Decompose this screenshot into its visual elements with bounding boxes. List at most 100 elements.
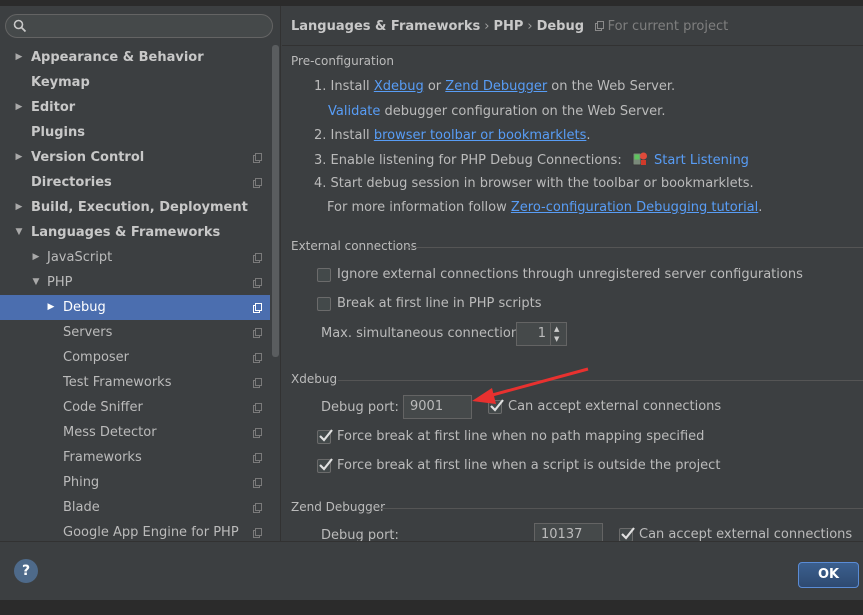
sidebar-item-label: Code Sniffer [63,400,143,415]
expanded-arrow-icon[interactable]: ▼ [30,270,42,295]
xdebug-accept-checkbox[interactable] [488,399,504,414]
checkmark-icon [319,458,333,471]
sidebar-item-debug[interactable]: ▶ Debug [0,295,270,320]
preconfig-title: Pre-configuration [291,54,395,68]
sidebar-item-javascript[interactable]: ▶ JavaScript [0,245,270,270]
sidebar-item-label: Composer [63,350,130,365]
zend-accept-checkbox[interactable] [619,527,635,541]
collapsed-arrow-icon[interactable]: ▶ [13,195,25,220]
xdebug-link[interactable]: Xdebug [374,79,424,94]
browser-toolbar-link[interactable]: browser toolbar or bookmarklets [374,128,587,143]
ok-button[interactable]: OK [798,562,859,588]
debug-settings-panel: Languages & Frameworks › PHP › Debug For cur… [282,6,863,541]
sidebar-item-version-control[interactable]: ▶ Version Control [0,145,270,170]
sidebar-item-blade[interactable]: Blade [0,495,270,520]
sidebar-scrollbar[interactable] [272,45,279,357]
sidebar-item-composer[interactable]: Composer [0,345,270,370]
project-scope-icon [253,403,262,413]
breadcrumb-languages: Languages & Frameworks [291,19,481,34]
sidebar-item-keymap[interactable]: Keymap [0,70,270,95]
tutorial-link[interactable]: Zero-configuration Debugging tutorial [511,200,758,215]
sidebar-item-label: Mess Detector [63,425,157,440]
zend-port-input[interactable]: 10137 [534,523,603,541]
sidebar-item-label: Phing [63,475,100,490]
sidebar-item-code-sniffer[interactable]: Code Sniffer [0,395,270,420]
sidebar-item-label: Debug [63,300,106,315]
break-first-line-label: Break at first line in PHP scripts [337,296,542,311]
header-divider [282,45,863,46]
sidebar-item-php[interactable]: ▼ PHP [0,270,270,295]
collapsed-arrow-icon[interactable]: ▶ [13,145,25,170]
spinner-buttons[interactable]: ▲ ▼ [550,323,566,345]
zend-debugger-title: Zend Debugger [291,500,386,514]
project-scope-icon [253,503,262,513]
validate-link[interactable]: Validate [328,104,380,119]
expanded-arrow-icon[interactable]: ▼ [13,220,25,245]
sidebar-item-label: Blade [63,500,100,515]
collapsed-arrow-icon[interactable]: ▶ [13,45,25,70]
sidebar-item-label: PHP [47,275,73,290]
sidebar-item-label: Languages & Frameworks [31,225,221,240]
project-scope-icon [253,178,262,188]
breadcrumb-php: PHP [493,19,524,34]
break-first-line-checkbox[interactable] [317,297,331,311]
sidebar-item-languages-frameworks[interactable]: ▼ Languages & Frameworks [0,220,270,245]
zend-debugger-rule [380,508,863,509]
sidebar-item-editor[interactable]: ▶ Editor [0,95,270,120]
sidebar-item-label: Keymap [31,75,90,90]
force-break-outside-checkbox[interactable] [317,458,333,473]
sidebar-item-google-app-engine-for-php[interactable]: Google App Engine for PHP [0,520,270,541]
project-scope-icon [253,378,262,388]
project-scope-icon [253,153,262,163]
ignore-external-label: Ignore external connections through unre… [337,267,803,282]
external-connections-title: External connections [291,239,417,253]
spinner-down-icon[interactable]: ▼ [554,335,559,343]
zend-debugger-link[interactable]: Zend Debugger [445,79,547,94]
settings-tree: ▶ Appearance & Behavior Keymap ▶ Editor Plugi… [0,45,270,541]
collapsed-arrow-icon[interactable]: ▶ [45,295,57,320]
preconfig-more-info: For more information follow Zero-configu… [327,200,763,215]
collapsed-arrow-icon[interactable]: ▶ [30,245,42,270]
checkmark-icon [490,399,504,412]
sidebar-item-directories[interactable]: Directories [0,170,270,195]
search-input[interactable] [32,17,268,35]
search-field[interactable] [5,14,273,38]
project-scope-icon [253,328,262,338]
sidebar-item-label: JavaScript [47,250,113,265]
sidebar-item-appearance-behavior[interactable]: ▶ Appearance & Behavior [0,45,270,70]
sidebar-item-label: Build, Execution, Deployment [31,200,248,215]
project-scope-icon [253,353,262,363]
breadcrumb: Languages & Frameworks › PHP › Debug For cur… [291,19,728,34]
preconfig-step4: 4. Start debug session in browser with t… [314,176,754,191]
sidebar-item-label: Frameworks [63,450,142,465]
sidebar-item-label: Google App Engine for PHP [63,525,239,540]
project-scope-note: For current project [594,19,728,34]
project-scope-icon [253,278,262,288]
sidebar-item-build-execution-deployment[interactable]: ▶ Build, Execution, Deployment [0,195,270,220]
phone-listen-icon [632,152,647,166]
xdebug-title: Xdebug [291,372,338,386]
help-button[interactable]: ? [14,559,38,583]
start-listening-link[interactable]: Start Listening [654,153,749,168]
ignore-external-checkbox[interactable] [317,268,331,282]
collapsed-arrow-icon[interactable]: ▶ [13,95,25,120]
force-break-no-mapping-checkbox[interactable] [317,429,333,444]
xdebug-rule [338,380,863,381]
force-break-outside-label: Force break at first line when a script … [337,458,721,473]
spinner-up-icon[interactable]: ▲ [554,325,559,333]
project-scope-icon [253,253,262,263]
sidebar-item-phing[interactable]: Phing [0,470,270,495]
sidebar-item-frameworks[interactable]: Frameworks [0,445,270,470]
zend-port-label: Debug port: [321,528,399,541]
sidebar-item-plugins[interactable]: Plugins [0,120,270,145]
max-connections-spinner[interactable]: 1 ▲ ▼ [516,322,567,346]
sidebar-item-test-frameworks[interactable]: Test Frameworks [0,370,270,395]
settings-sidebar: ▶ Appearance & Behavior Keymap ▶ Editor Plugi… [0,6,281,541]
project-scope-icon [253,528,262,538]
preconfig-step3: 3. Enable listening for PHP Debug Connec… [314,152,749,168]
max-connections-label: Max. simultaneous connections: [321,326,531,341]
xdebug-port-input[interactable]: 9001 [403,395,472,419]
sidebar-item-mess-detector[interactable]: Mess Detector [0,420,270,445]
sidebar-item-servers[interactable]: Servers [0,320,270,345]
breadcrumb-separator: › [527,19,533,34]
